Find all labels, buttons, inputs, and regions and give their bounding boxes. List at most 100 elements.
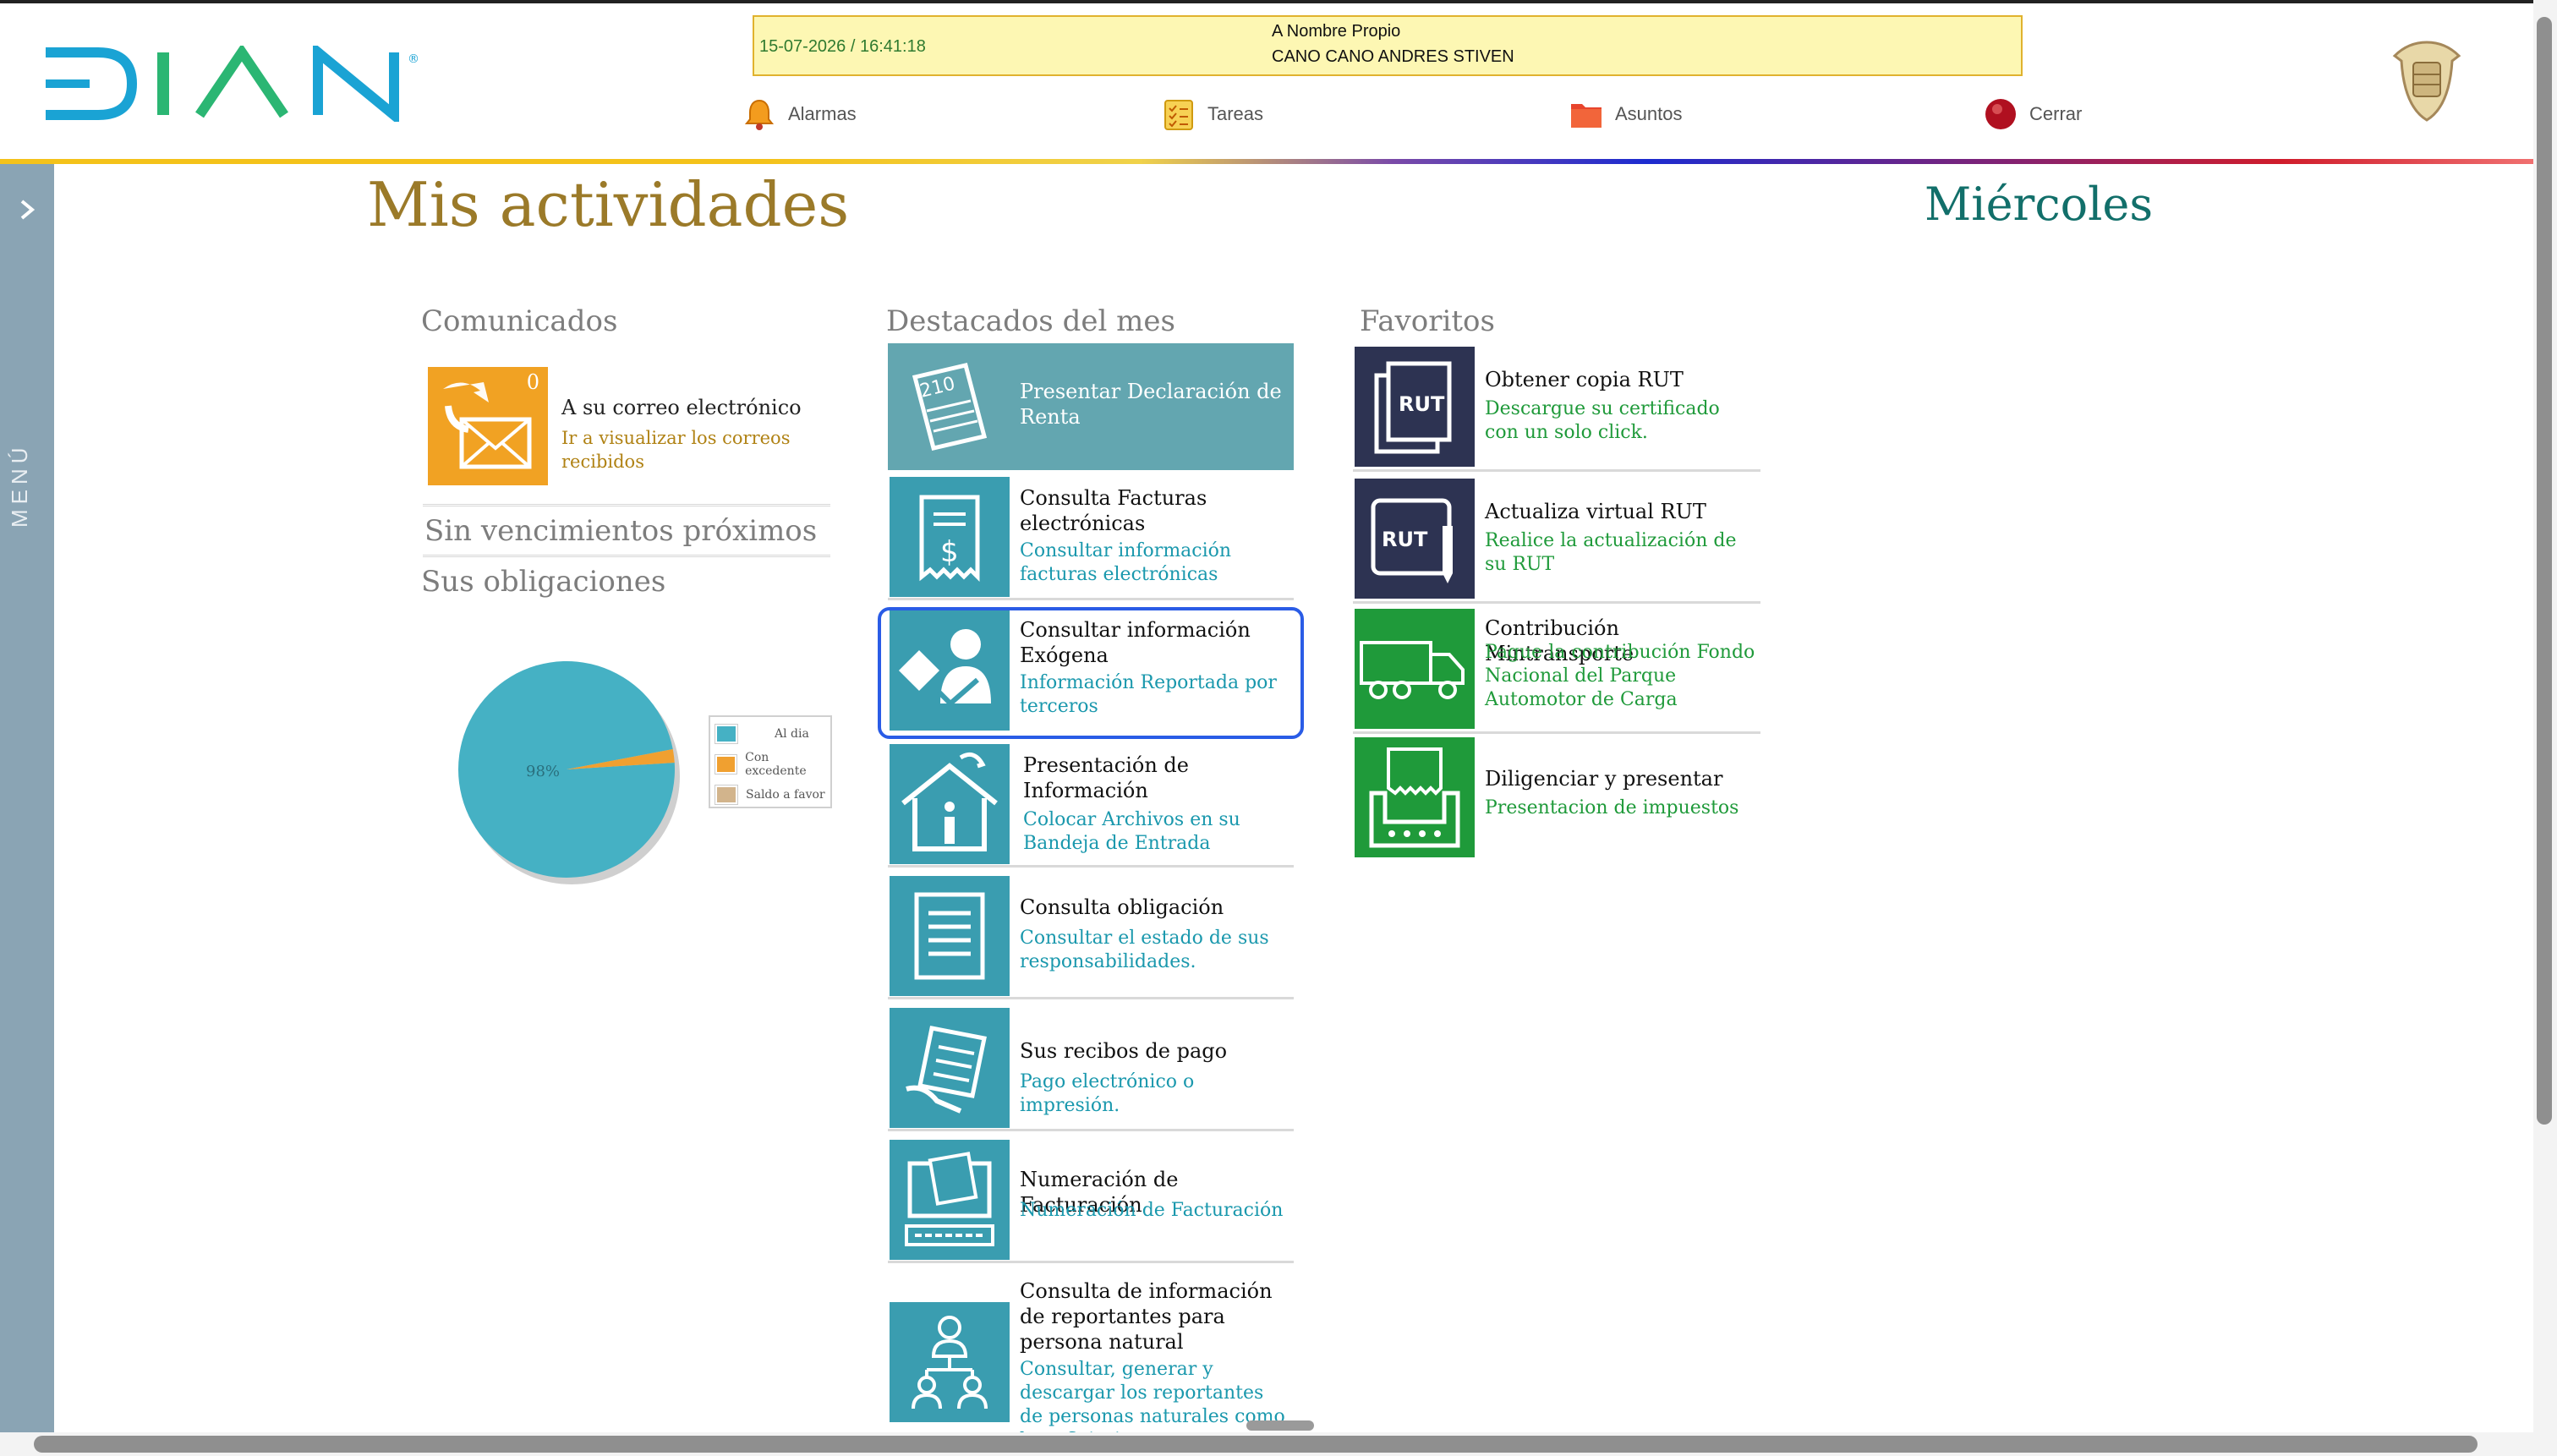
fav-subtitle: Descargue su certificado con un solo cli… — [1485, 398, 1720, 443]
rut-badge: RUT — [1399, 392, 1445, 416]
card-divider — [888, 598, 1294, 600]
menu-label[interactable]: MENÚ — [7, 442, 33, 528]
card-tile — [890, 876, 1010, 996]
column-scroll-grip[interactable] — [1246, 1420, 1314, 1431]
mail-subtitle[interactable]: Ir a visualizar los correos recibidos — [561, 426, 815, 473]
card-consulta-obligacion[interactable]: Consulta obligación Consultar el estado … — [888, 873, 1294, 999]
card-subtitle: Consultar el estado de sus responsabilid… — [1020, 928, 1269, 972]
card-divider — [888, 1129, 1294, 1131]
fav-divider — [1353, 469, 1760, 472]
card-title: Presentar Declaración de Renta — [1020, 380, 1282, 429]
tareas-button[interactable]: Tareas — [1162, 95, 1263, 134]
selection-highlight — [878, 607, 1304, 739]
alarmas-button[interactable]: Alarmas — [742, 95, 857, 134]
folder-icon — [1571, 104, 1602, 128]
chart-legend: Al dia Con excedente Saldo a favor — [709, 715, 832, 808]
fav-tile — [1355, 609, 1475, 729]
mail-tile[interactable]: 0 — [428, 367, 548, 485]
fav-tile — [1355, 737, 1475, 857]
asuntos-button[interactable]: Asuntos — [1569, 95, 1683, 134]
side-menu[interactable]: MENÚ — [0, 164, 54, 1432]
computer-invoice-icon — [905, 1152, 994, 1246]
declaration-form-icon: 210 — [912, 363, 988, 451]
obligaciones-title: Sus obligaciones — [421, 565, 666, 599]
datetime: 15-07-2026 / 16:41:18 — [759, 37, 926, 56]
horizontal-scrollbar-thumb[interactable] — [34, 1436, 2478, 1453]
receipt-hand-icon — [906, 1026, 987, 1114]
user-name: CANO CANO ANDRES STIVEN — [1272, 47, 1514, 66]
card-subtitle: Colocar Archivos en su Bandeja de Entrad… — [1023, 809, 1240, 854]
colombia-crest-icon — [2392, 41, 2461, 122]
svg-text:210: 210 — [917, 373, 957, 402]
card-divider — [888, 865, 1294, 868]
house-info-icon — [901, 752, 998, 851]
card-tile: $ — [890, 477, 1010, 597]
card-divider — [888, 1261, 1294, 1263]
card-presentacion-informacion[interactable]: Presentación de Información Colocar Arch… — [888, 741, 1294, 868]
card-tile — [890, 1302, 1010, 1422]
fav-contribucion-mintransporte[interactable]: Contribución Mintransporte Pague la cont… — [1353, 604, 1760, 734]
fav-diligenciar-presentar[interactable]: Diligenciar y presentar Presentacion de … — [1353, 732, 1760, 859]
bell-icon — [744, 99, 775, 130]
card-subtitle: Pago electrónico o impresión. — [1020, 1071, 1195, 1116]
header-color-bar — [0, 159, 2533, 164]
fav-title: Obtener copia RUT — [1485, 368, 1684, 391]
tareas-label: Tareas — [1207, 103, 1264, 124]
fav-tile: RUT — [1355, 347, 1475, 467]
mode-label: A Nombre Propio — [1272, 22, 1401, 41]
card-tile — [890, 1140, 1010, 1260]
svg-text:$: $ — [940, 535, 959, 569]
card-tile — [890, 744, 1010, 864]
fav-title: Actualiza virtual RUT — [1485, 500, 1706, 523]
card-presentar-renta[interactable]: 210 Presentar Declaración de Renta — [888, 340, 1294, 470]
rut-edit-icon: RUT — [1371, 498, 1453, 583]
checklist-icon — [1164, 100, 1193, 130]
invoice-dollar-icon: $ — [919, 495, 980, 583]
document-list-icon — [914, 892, 985, 980]
legend-swatch — [715, 724, 738, 744]
fav-obtener-copia-rut[interactable]: RUT Obtener copia RUT Descargue su certi… — [1353, 342, 1760, 472]
svg-text:®: ® — [408, 52, 419, 66]
obligaciones-pie-chart[interactable]: 98% — [448, 651, 685, 888]
legend-item-con-excedente: Con excedente — [714, 751, 830, 778]
card-tile: 210 — [890, 343, 1010, 463]
card-tile — [890, 1008, 1010, 1128]
card-recibos-pago[interactable]: Sus recibos de pago Pago electrónico o i… — [888, 1004, 1294, 1131]
card-reportantes-persona-natural[interactable]: Consulta de información de reportantes p… — [888, 1268, 1294, 1451]
truck-icon — [1360, 641, 1465, 699]
card-title: Consulta de información de reportantes p… — [1020, 1279, 1273, 1354]
fav-actualiza-virtual-rut[interactable]: RUT Actualiza virtual RUT Realice la act… — [1353, 473, 1760, 604]
card-consulta-facturas[interactable]: $ Consulta Facturas electrónicas Consult… — [888, 473, 1294, 600]
divider — [423, 555, 830, 557]
mail-title[interactable]: A su correo electrónico — [561, 396, 802, 419]
card-divider — [888, 997, 1294, 999]
pie-slice-al-dia[interactable] — [458, 661, 676, 879]
alarmas-label: Alarmas — [788, 103, 857, 124]
dian-logo[interactable]: ® — [39, 46, 436, 122]
pie-data-label: 98% — [526, 763, 560, 780]
legend-item-saldo-a-favor: Saldo a favor — [715, 783, 825, 807]
legend-label: Con excedente — [745, 751, 807, 778]
card-subtitle: Consultar información facturas electróni… — [1020, 540, 1232, 585]
legend-label: Saldo a favor — [746, 788, 825, 802]
fav-subtitle: Pague la contribución Fondo Nacional del… — [1485, 642, 1755, 710]
rut-copy-icon: RUT — [1374, 361, 1452, 454]
day-title: Miércoles — [1925, 178, 2154, 231]
rut-badge: RUT — [1382, 528, 1428, 551]
vertical-scrollbar-thumb[interactable] — [2537, 17, 2552, 1125]
fav-subtitle: Presentacion de impuestos — [1485, 797, 1739, 818]
user-info-box: 15-07-2026 / 16:41:18 A Nombre Propio CA… — [753, 15, 2023, 76]
fav-title: Diligenciar y presentar — [1485, 767, 1723, 791]
card-title: Consulta obligación — [1020, 895, 1224, 919]
favoritos-title: Favoritos — [1360, 304, 1495, 338]
header: ® 15-07-2026 / 16:41:18 A Nombre Propio … — [0, 3, 2557, 161]
power-icon — [1985, 99, 2016, 129]
page-title: Mis actividades — [367, 169, 850, 240]
card-numeracion-facturacion[interactable]: Numeración de Facturación Numeración de … — [888, 1136, 1294, 1263]
cerrar-button[interactable]: Cerrar — [1984, 95, 2082, 134]
people-hierarchy-icon — [912, 1316, 988, 1409]
card-title: Sus recibos de pago — [1020, 1039, 1228, 1063]
chevron-right-icon[interactable] — [14, 196, 41, 223]
card-title: Consulta Facturas electrónicas — [1020, 486, 1207, 535]
asuntos-label: Asuntos — [1615, 103, 1683, 124]
